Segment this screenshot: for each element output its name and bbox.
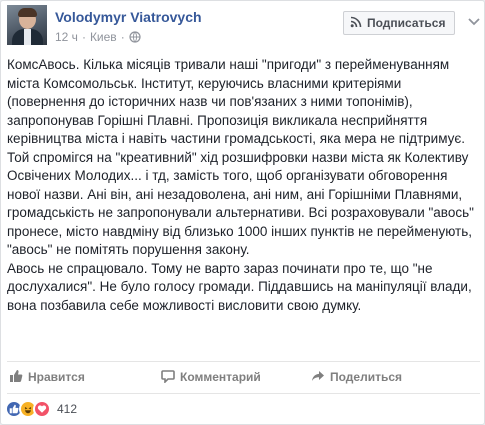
post-paragraph: Авось не спрацювало. Тому не варто зараз…	[7, 260, 472, 313]
meta-separator: ·	[81, 30, 86, 44]
comment-label: Комментарий	[180, 370, 261, 384]
chevron-down-icon[interactable]	[467, 15, 481, 29]
globe-icon[interactable]	[129, 31, 141, 43]
post-paragraph: КомсАвось. Кілька місяців тривали наші "…	[7, 57, 474, 257]
reaction-count: 412	[57, 402, 78, 416]
comment-button[interactable]: Комментарий	[161, 369, 311, 386]
avatar[interactable]	[7, 5, 47, 45]
share-button[interactable]: Поделиться	[311, 369, 411, 386]
like-label: Нравится	[28, 370, 85, 384]
post-card: Volodymyr Viatrovych 12 ч · Киев · Подпи…	[0, 0, 485, 425]
reactions-summary[interactable]: 412	[5, 399, 77, 419]
thumbs-up-icon	[9, 369, 23, 386]
share-icon	[311, 369, 325, 386]
rss-icon	[350, 16, 362, 31]
action-bar: Нравится Комментарий Поделиться	[7, 365, 479, 389]
post-header: Volodymyr Viatrovych 12 ч · Киев · Подпи…	[7, 5, 481, 49]
subscribe-button[interactable]: Подписаться	[343, 11, 455, 35]
share-label: Поделиться	[330, 370, 403, 384]
post-meta: 12 ч · Киев ·	[55, 30, 141, 44]
post-location[interactable]: Киев	[90, 30, 117, 44]
divider	[7, 393, 480, 394]
subscribe-label: Подписаться	[367, 16, 446, 30]
post-time[interactable]: 12 ч	[55, 30, 78, 44]
love-icon	[33, 400, 51, 418]
post-body: КомсАвось. Кілька місяців тривали наші "…	[7, 56, 479, 315]
comment-icon	[161, 369, 175, 386]
meta-separator: ·	[120, 30, 125, 44]
divider	[7, 361, 480, 362]
like-button[interactable]: Нравится	[7, 369, 161, 386]
author-name[interactable]: Volodymyr Viatrovych	[55, 9, 202, 25]
